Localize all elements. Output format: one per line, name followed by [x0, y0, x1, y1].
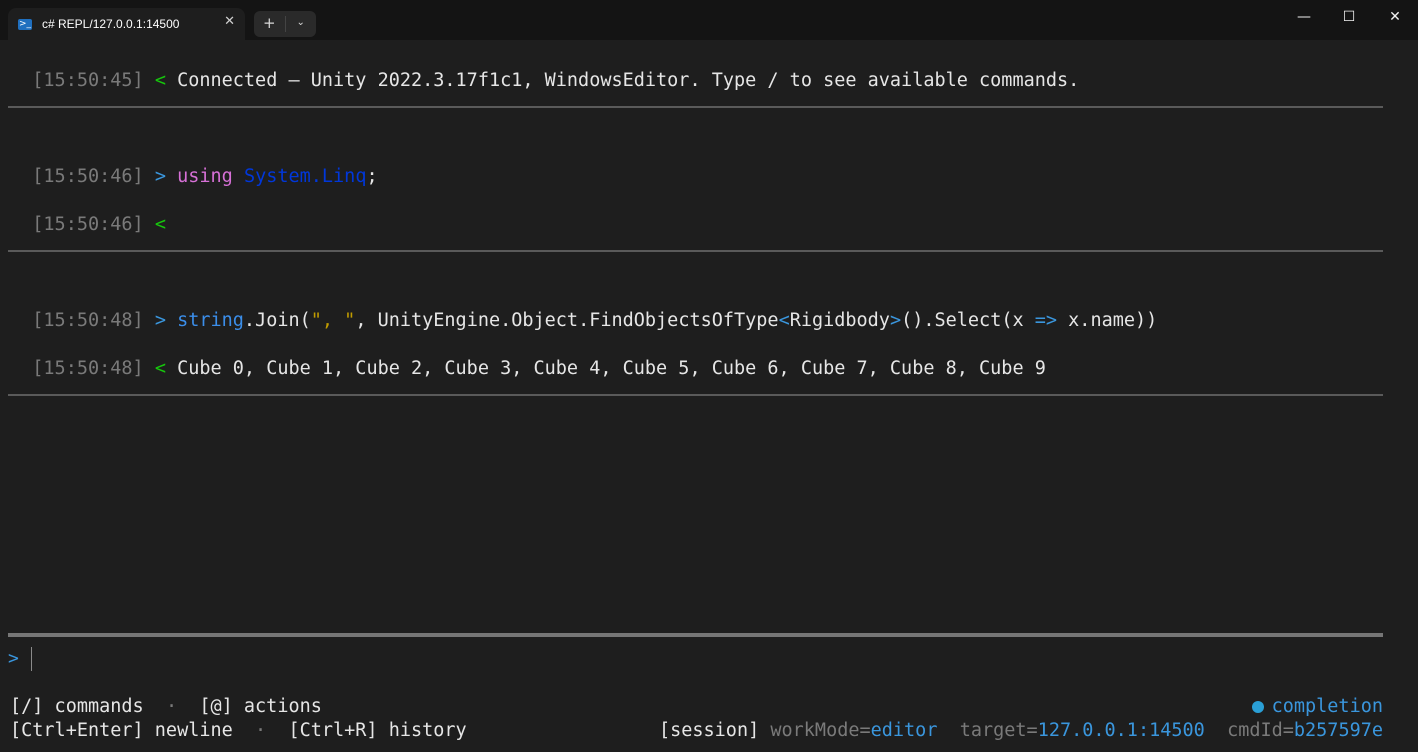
cmdid-key: cmdId=	[1227, 720, 1294, 741]
commands-hint: [/] commands	[10, 696, 144, 717]
output-text: Connected — Unity 2022.3.17f1c1, Windows…	[177, 70, 1080, 91]
session-label: [session]	[658, 720, 760, 741]
footer-hints-row1: [/] commands · [@] actions	[10, 696, 322, 718]
powershell-icon: >_	[18, 18, 32, 30]
separator	[8, 250, 1383, 252]
tab-title: c# REPL/127.0.0.1:14500	[42, 17, 180, 31]
keyword: using	[177, 166, 233, 187]
separator-dot: ·	[165, 696, 178, 717]
close-window-button[interactable]: ✕	[1372, 9, 1418, 25]
output-marker: <	[154, 358, 166, 379]
console-line-connected: [15:50:45] < Connected — Unity 2022.3.17…	[10, 48, 1079, 92]
string-literal: ", "	[310, 310, 356, 331]
newline-hint: [Ctrl+Enter] newline	[10, 720, 233, 741]
code-text: ().Select(x	[901, 310, 1035, 331]
timestamp: [15:50:45]	[32, 70, 144, 91]
session-status: [session] workMode=editor target=127.0.0…	[659, 720, 1383, 742]
maximize-button[interactable]: ☐	[1326, 9, 1372, 25]
generic-bracket: <	[778, 310, 790, 331]
code-text: , UnityEngine.Object.FindObjectsOfType	[355, 310, 779, 331]
console-line-output: [15:50:46] <	[10, 192, 177, 236]
input-divider	[8, 633, 1383, 637]
console-line-output: [15:50:48] < Cube 0, Cube 1, Cube 2, Cub…	[10, 336, 1046, 380]
tab-repl[interactable]: >_ c# REPL/127.0.0.1:14500 ✕	[8, 8, 245, 40]
output-marker: <	[154, 70, 166, 91]
lambda-arrow: =>	[1034, 310, 1058, 331]
timestamp: [15:50:46]	[32, 166, 144, 187]
chevron-down-icon[interactable]: ⌄	[286, 11, 317, 37]
actions-hint: [@] actions	[199, 696, 322, 717]
separator	[8, 106, 1383, 108]
separator-dot: ·	[255, 720, 267, 741]
workmode-value: editor	[870, 720, 938, 741]
code-text: .Join(	[243, 310, 311, 331]
punctuation: ;	[366, 166, 378, 187]
workmode-key: workMode=	[770, 720, 871, 741]
target-key: target=	[959, 720, 1038, 741]
repl-input-caret[interactable]	[31, 647, 32, 671]
output-text: Cube 0, Cube 1, Cube 2, Cube 3, Cube 4, …	[177, 358, 1046, 379]
target-value: 127.0.0.1:14500	[1037, 720, 1205, 741]
type-keyword: string	[177, 310, 244, 331]
console-line-command: [15:50:48] > string.Join(", ", UnityEngi…	[10, 288, 1157, 332]
minimize-button[interactable]: —	[1281, 9, 1327, 25]
timestamp: [15:50:48]	[32, 310, 144, 331]
history-hint: [Ctrl+R] history	[288, 720, 467, 741]
cmdid-value: b257597e	[1293, 720, 1383, 741]
console-line-command: [15:50:46] > using System.Linq;	[10, 144, 378, 188]
new-tab-button[interactable]: +	[254, 11, 285, 37]
timestamp: [15:50:48]	[32, 358, 144, 379]
input-prompt: >	[8, 648, 19, 669]
input-marker: >	[154, 310, 166, 331]
type-name: Rigidbody	[789, 310, 890, 331]
namespace: System.Linq	[243, 166, 367, 187]
generic-bracket: >	[889, 310, 902, 331]
separator	[8, 394, 1383, 396]
close-tab-icon[interactable]: ✕	[224, 14, 235, 29]
completion-label: completion	[1271, 696, 1383, 717]
timestamp: [15:50:46]	[32, 214, 144, 235]
code-text: x.name))	[1057, 310, 1158, 331]
title-bar: >_ c# REPL/127.0.0.1:14500 ✕ + ⌄ — ☐ ✕	[0, 0, 1418, 40]
new-tab-group: + ⌄	[254, 11, 316, 37]
input-marker: >	[154, 166, 166, 187]
status-dot-icon	[1251, 701, 1264, 713]
completion-status: completion	[1251, 696, 1383, 718]
footer-hints-row2: [Ctrl+Enter] newline · [Ctrl+R] history	[10, 720, 467, 742]
output-marker: <	[154, 214, 166, 235]
